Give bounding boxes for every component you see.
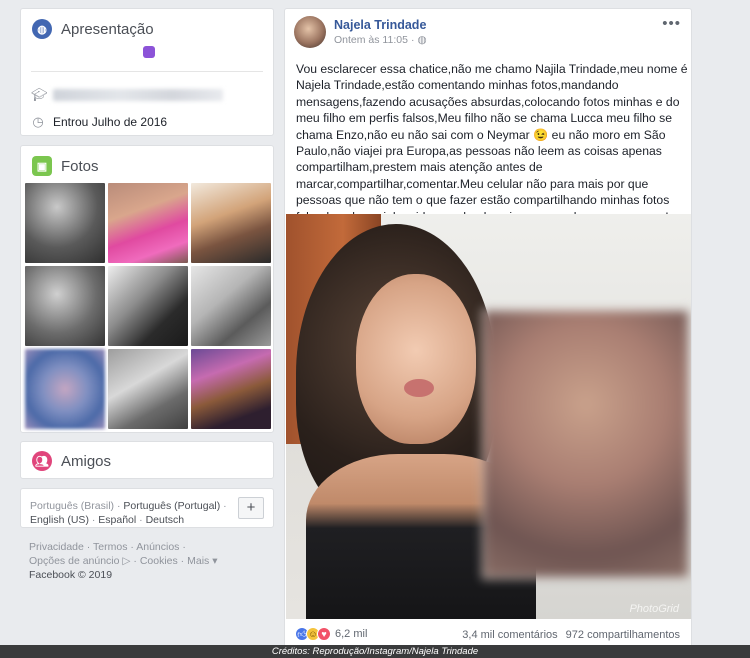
avatar[interactable] — [294, 16, 326, 48]
footer-link[interactable]: Privacidade — [29, 541, 84, 553]
reactions-count[interactable]: 6,2 mil — [335, 628, 367, 640]
add-language-button[interactable]: + — [238, 497, 264, 519]
friends-header[interactable]: 👥︎ Amigos — [32, 451, 111, 471]
friends-icon: 👥︎ — [32, 451, 52, 471]
footer-link[interactable]: Mais — [187, 555, 209, 567]
globe-icon: ◍ — [417, 34, 427, 46]
footer-link[interactable]: Opções de anúncio — [29, 555, 119, 567]
footer-link[interactable]: Anúncios — [136, 541, 179, 553]
graduation-cap-icon: 🎓︎ — [31, 87, 48, 102]
intro-divider — [31, 71, 263, 72]
post-author[interactable]: Najela Trindade — [334, 18, 426, 32]
photo-thumb[interactable] — [108, 349, 188, 429]
photo-thumb[interactable] — [25, 266, 105, 346]
photo-thumb[interactable] — [191, 349, 271, 429]
footer-link[interactable]: Cookies — [140, 555, 178, 567]
ad-choices-icon: ▷ — [122, 555, 131, 567]
photo-thumb[interactable] — [191, 183, 271, 263]
joined-text: Entrou Julho de 2016 — [53, 115, 168, 129]
language-link[interactable]: Português (Brasil) — [30, 500, 114, 512]
more-dots-icon[interactable]: ••• — [662, 15, 681, 32]
photo-thumb[interactable] — [108, 183, 188, 263]
footer-link[interactable]: Termos — [93, 541, 127, 553]
post-meta: Ontem às 11:05 · ◍ — [334, 34, 427, 46]
photos-card: ▣ Fotos — [20, 145, 274, 433]
post-image[interactable]: PhotoGrid — [286, 214, 691, 619]
photo-icon: ▣ — [32, 156, 52, 176]
blurred-inset-photo — [482, 309, 690, 579]
clock-icon: ◷ — [32, 114, 44, 129]
shares-count[interactable]: 972 compartilhamentos — [566, 629, 680, 641]
friends-card: 👥︎ Amigos — [20, 441, 274, 479]
globe-icon: ◍ — [32, 19, 52, 39]
photo-thumb[interactable] — [25, 183, 105, 263]
photo-grid — [25, 183, 271, 429]
photo-thumb[interactable] — [25, 349, 105, 429]
language-link[interactable]: English (US) — [30, 514, 89, 526]
image-face — [356, 274, 476, 444]
photo-thumb[interactable] — [191, 266, 271, 346]
reactions-bar: 👍︎ ☺︎ ♥ 6,2 mil — [295, 627, 367, 641]
education-blurred — [53, 89, 223, 101]
engagement-counts: 3,4 mil comentários 972 compartilhamento… — [462, 629, 680, 641]
language-link[interactable]: Deutsch — [146, 514, 185, 526]
image-lips — [404, 379, 434, 397]
site-footer: Privacidade · Termos · Anúncios · Opções… — [29, 540, 269, 582]
photo-thumb[interactable] — [108, 266, 188, 346]
language-list: Português (Brasil) · Português (Portugal… — [30, 500, 227, 526]
post-time[interactable]: Ontem às 11:05 — [334, 34, 408, 46]
education-row: 🎓︎ — [31, 87, 223, 103]
joined-row: ◷ Entrou Julho de 2016 — [31, 114, 167, 130]
photos-title: Fotos — [61, 157, 99, 175]
language-link[interactable]: Español — [98, 514, 136, 526]
intro-title: Apresentação — [61, 20, 154, 38]
watermark: PhotoGrid — [629, 603, 679, 615]
featured-icon[interactable] — [143, 46, 155, 58]
languages-card: Português (Brasil) · Português (Portugal… — [20, 488, 274, 528]
intro-card: ◍ Apresentação 🎓︎ ◷ Entrou Julho de 2016 — [20, 8, 274, 136]
language-link[interactable]: Português (Portugal) — [123, 500, 220, 512]
comments-count[interactable]: 3,4 mil comentários — [462, 629, 557, 641]
post-card: Najela Trindade Ontem às 11:05 · ◍ ••• V… — [284, 8, 692, 648]
friends-title: Amigos — [61, 452, 112, 470]
image-credit: Créditos: Reprodução/Instagram/Najela Tr… — [0, 645, 750, 658]
love-icon: ♥ — [317, 627, 331, 641]
copyright: Facebook © 2019 — [29, 569, 113, 581]
intro-header: ◍ Apresentação — [32, 19, 154, 39]
photos-header[interactable]: ▣ Fotos — [32, 156, 99, 176]
